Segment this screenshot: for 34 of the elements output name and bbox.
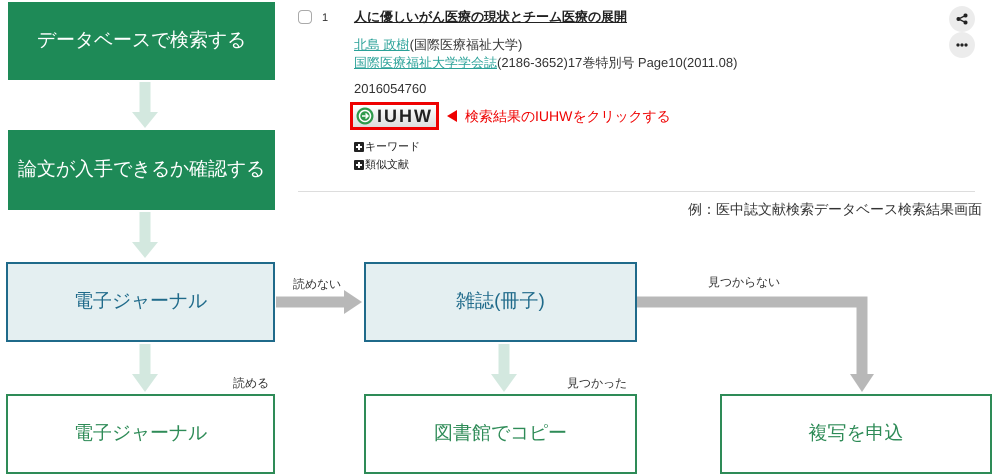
flow-node: 電子ジャーナル <box>6 262 275 342</box>
checkbox[interactable] <box>298 10 312 24</box>
flow-node: 図書館でコピー <box>364 394 637 474</box>
arrow <box>132 82 158 128</box>
share-icon <box>956 13 968 25</box>
edge-label: 見つからない <box>708 274 780 291</box>
more-icon <box>956 43 968 47</box>
flow-node: 論文が入手できるか確認する <box>8 130 275 210</box>
result-number: 1 <box>322 11 328 26</box>
plus-icon <box>354 160 364 170</box>
document-id: 2016054760 <box>354 80 426 98</box>
flow-node: 複写を申込 <box>720 394 992 474</box>
arrow <box>491 344 517 392</box>
logo-icon <box>356 107 374 125</box>
caption: 例：医中誌文献検索データベース検索結果画面 <box>688 200 982 219</box>
edge-label: 読めない <box>293 276 341 293</box>
flow-node: 電子ジャーナル <box>6 394 275 474</box>
arrow <box>132 344 158 392</box>
pointer-icon <box>447 110 457 122</box>
edge-label: 読める <box>233 375 269 392</box>
edge-label: 見つかった <box>567 375 627 392</box>
callout-text: 検索結果のIUHWをクリックする <box>465 107 670 125</box>
arrow <box>132 212 158 258</box>
more-button[interactable] <box>949 32 975 58</box>
article-title-link[interactable]: 人に優しいがん医療の現状とチーム医療の展開 <box>354 8 627 26</box>
expand-link[interactable]: キーワード <box>354 138 420 156</box>
iuhw-button[interactable]: IUHW <box>350 102 439 130</box>
journal-details: (2186-3652)17巻特別号 Page10(2011.08) <box>497 54 738 72</box>
affiliation-text: (国際医療福祉大学) <box>410 36 522 54</box>
flow-node: 雑誌(冊子) <box>364 262 637 342</box>
share-button[interactable] <box>949 6 975 32</box>
expand-link[interactable]: 類似文献 <box>354 156 420 174</box>
flow-node: データベースで検索する <box>8 2 275 80</box>
plus-icon <box>354 142 364 152</box>
